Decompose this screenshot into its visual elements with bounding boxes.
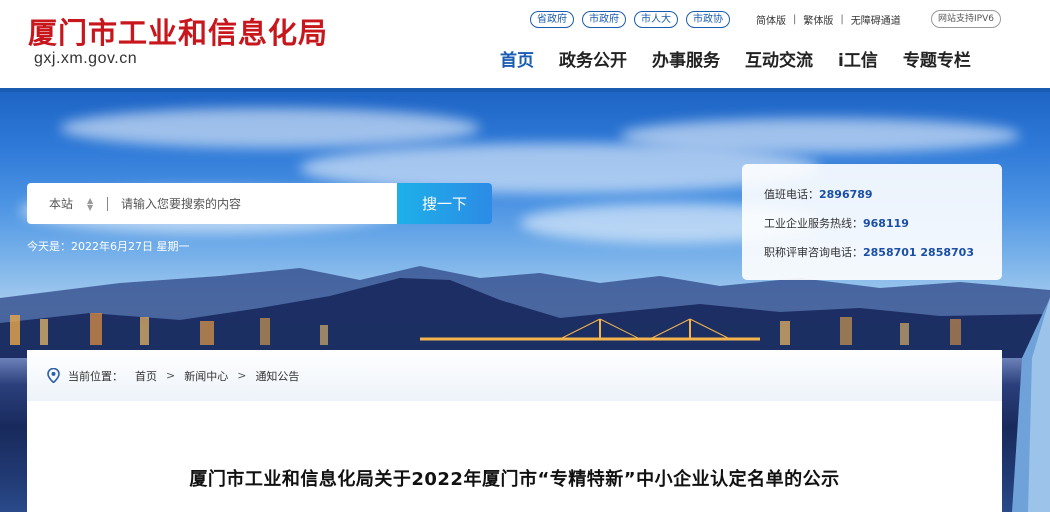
search-input[interactable] [121, 196, 381, 211]
breadcrumb-label: 当前位置： [68, 369, 123, 383]
gov-link-city-government[interactable]: 市政府 [582, 11, 626, 28]
breadcrumb-home[interactable]: 首页 [135, 368, 157, 384]
breadcrumb-notices[interactable]: 通知公告 [255, 368, 299, 384]
search-button[interactable]: 搜一下 [397, 183, 492, 224]
title-eval-numbers: 2858701 2858703 [863, 246, 974, 259]
cloud [60, 108, 480, 148]
duty-phone-number: 2896789 [819, 188, 873, 201]
breadcrumb-news-center[interactable]: 新闻中心 [184, 368, 228, 384]
title-eval-label: 职称评审咨询电话： [764, 246, 863, 259]
nav-item-home[interactable]: 首页 [500, 46, 534, 71]
article-title: 厦门市工业和信息化局关于2022年厦门市“专精特新”中小企业认定名单的公示 [189, 469, 840, 490]
banner-top-bar [0, 88, 1050, 92]
duty-phone: 值班电话：2896789 [764, 186, 1002, 202]
search-scope-select[interactable]: 本站 ▲ ▼ [27, 195, 107, 212]
updown-arrows-icon: ▲ ▼ [87, 195, 94, 212]
breadcrumb: 当前位置： 首页 > 新闻中心 > 通知公告 [27, 350, 1002, 401]
hotline-phone: 工业企业服务热线：968119 [764, 215, 1002, 231]
traditional-chinese-link[interactable]: 繁体版 [803, 12, 833, 27]
gov-link-city-congress[interactable]: 市人大 [634, 11, 678, 28]
hotline-label: 工业企业服务热线： [764, 217, 863, 230]
search-scope-label: 本站 [49, 197, 74, 211]
city-lights [0, 313, 1050, 353]
breadcrumb-separator: > [166, 369, 176, 382]
nav-item-i-gongxin[interactable]: i工信 [838, 46, 878, 71]
hotline-number: 968119 [863, 217, 909, 230]
duty-phone-label: 值班电话： [764, 188, 819, 201]
accessibility-link[interactable]: 无障碍通道 [851, 12, 901, 27]
nav-item-gov-affairs[interactable]: 政务公开 [559, 46, 627, 71]
ipv6-badge: 网站支持IPV6 [931, 10, 1001, 28]
contact-panel: 值班电话：2896789 工业企业服务热线：968119 职称评审咨询电话：28… [742, 164, 1002, 280]
divider [107, 196, 108, 211]
current-date: 今天是：2022年6月27日 星期一 [27, 240, 190, 253]
main-nav: 首页 政务公开 办事服务 互动交流 i工信 专题专栏 [500, 46, 971, 71]
utility-links: 简体版 | 繁体版 | 无障碍通道 [756, 12, 901, 27]
simplified-chinese-link[interactable]: 简体版 [756, 12, 786, 27]
site-header: 厦门市工业和信息化局 gxj.xm.gov.cn 省政府 市政府 市人大 市政协… [0, 0, 1050, 88]
nav-item-interaction[interactable]: 互动交流 [745, 46, 813, 71]
site-title[interactable]: 厦门市工业和信息化局 [28, 10, 328, 52]
skyscraper [1012, 298, 1050, 512]
gov-link-city-cppcc[interactable]: 市政协 [686, 11, 730, 28]
separator: | [840, 14, 844, 25]
cloud [620, 118, 1020, 153]
site-domain: gxj.xm.gov.cn [34, 50, 138, 67]
main-content: 当前位置： 首页 > 新闻中心 > 通知公告 厦门市工业和信息化局关于2022年… [27, 350, 1002, 512]
nav-item-special-topics[interactable]: 专题专栏 [903, 46, 971, 71]
title-eval-phone: 职称评审咨询电话：2858701 2858703 [764, 244, 1002, 260]
nav-item-services[interactable]: 办事服务 [652, 46, 720, 71]
search-box: 本站 ▲ ▼ [27, 183, 397, 224]
location-pin-icon [47, 368, 60, 383]
separator: | [793, 14, 797, 25]
breadcrumb-separator: > [237, 369, 247, 382]
gov-links: 省政府 市政府 市人大 市政协 [530, 11, 730, 28]
gov-link-province[interactable]: 省政府 [530, 11, 574, 28]
